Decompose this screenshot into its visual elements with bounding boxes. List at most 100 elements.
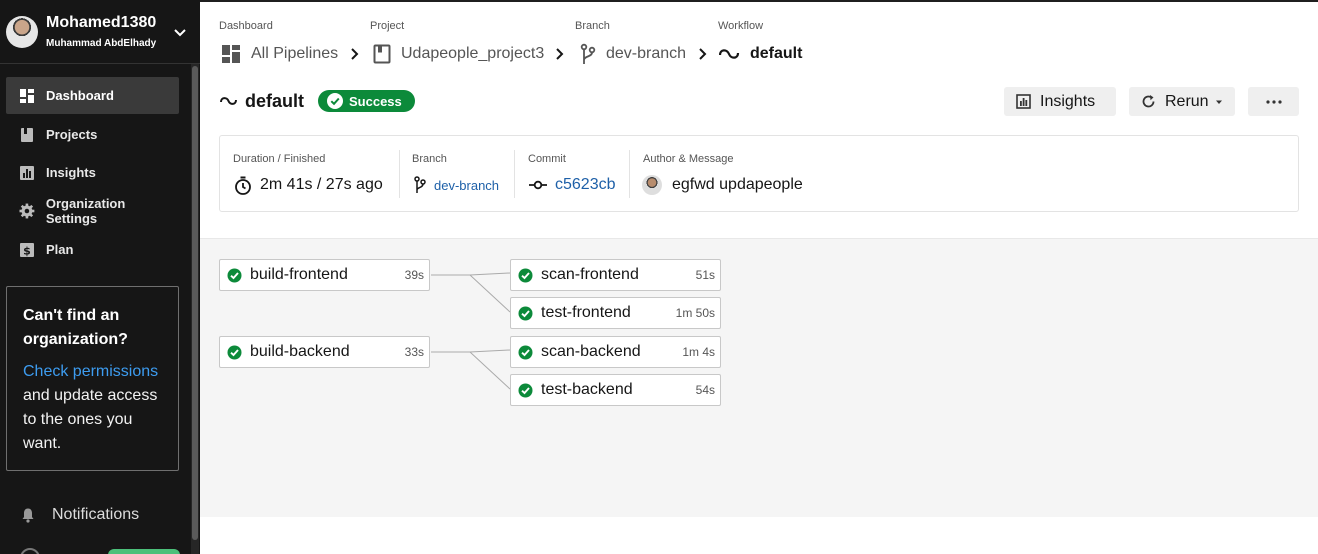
workflow-graph: build-frontend 39s scan-frontend 51s tes…	[200, 238, 1318, 517]
help-icon[interactable]	[20, 548, 40, 554]
workflow-icon	[220, 97, 237, 105]
breadcrumb-value: Udapeople_project3	[401, 45, 545, 62]
insights-icon	[20, 165, 34, 180]
chevron-right-icon	[351, 48, 359, 60]
projects-icon	[21, 127, 33, 142]
breadcrumb-project[interactable]: Udapeople_project3	[373, 42, 544, 66]
sidebar-item-label: Projects	[46, 127, 98, 142]
promo-title: Can't find an organization?	[23, 307, 128, 348]
sidebar-item-insights[interactable]: Insights	[6, 154, 179, 191]
success-check-icon	[227, 345, 242, 359]
divider	[399, 150, 400, 198]
job-scan-frontend[interactable]: scan-frontend 51s	[510, 259, 721, 291]
rerun-button[interactable]: Rerun	[1129, 87, 1235, 116]
job-build-backend[interactable]: build-backend 33s	[219, 336, 430, 368]
workflow-summary-card: Duration / Finished 2m 41s / 27s ago Bra…	[219, 135, 1299, 212]
check-permissions-link[interactable]: Check permissions	[23, 360, 158, 384]
user-menu[interactable]: Mohamed1380 Muhammad AbdElhady	[0, 0, 200, 64]
sidebar: Mohamed1380 Muhammad AbdElhady Dashboard…	[0, 0, 200, 554]
chevron-down-icon[interactable]	[172, 24, 188, 40]
job-duration: 51s	[695, 268, 715, 282]
dashboard-icon	[20, 88, 34, 103]
rerun-icon	[1142, 95, 1155, 108]
status-pill[interactable]	[108, 549, 180, 554]
branch-icon	[580, 43, 596, 64]
branch-icon	[414, 176, 426, 193]
dollar-icon: $	[20, 242, 34, 257]
duration-text: 2m 41s / 27s ago	[260, 176, 383, 193]
sidebar-item-plan[interactable]: $ Plan	[6, 231, 179, 268]
commit-value[interactable]: c5623cb	[529, 174, 616, 196]
success-check-icon	[518, 383, 533, 397]
breadcrumb-all-pipelines[interactable]: All Pipelines	[221, 42, 338, 66]
breadcrumb-value: dev-branch	[606, 45, 687, 62]
breadcrumb-label-workflow: Workflow	[718, 20, 764, 32]
svg-text:$: $	[23, 244, 31, 257]
pipelines-icon	[222, 45, 240, 63]
insights-button-label: Insights	[1040, 92, 1096, 110]
app-window: Mohamed1380 Muhammad AbdElhady Dashboard…	[0, 0, 1318, 554]
caret-down-icon	[1215, 100, 1222, 104]
branch-label: Branch	[412, 153, 447, 165]
job-duration: 33s	[404, 345, 424, 359]
status-badge: Success	[318, 90, 415, 112]
sidebar-item-dashboard[interactable]: Dashboard	[6, 77, 179, 114]
check-circle-icon	[327, 93, 343, 109]
insights-button[interactable]: Insights	[1004, 87, 1116, 116]
sidebar-item-label: Insights	[46, 165, 96, 180]
branch-value[interactable]: dev-branch	[414, 174, 499, 196]
commit-link[interactable]: c5623cb	[555, 176, 616, 194]
success-check-icon	[518, 306, 533, 320]
sidebar-item-label: Plan	[46, 242, 74, 257]
breadcrumb-label-branch: Branch	[575, 20, 610, 32]
project-icon	[373, 44, 391, 64]
divider	[629, 150, 630, 198]
stopwatch-icon	[235, 176, 251, 195]
job-duration: 39s	[404, 268, 424, 282]
job-duration: 54s	[695, 383, 715, 397]
chevron-right-icon	[556, 48, 564, 60]
job-test-frontend[interactable]: test-frontend 1m 50s	[510, 297, 721, 329]
job-name: build-frontend	[250, 266, 348, 283]
breadcrumb-branch[interactable]: dev-branch	[580, 42, 686, 66]
notifications-label: Notifications	[52, 506, 140, 523]
sidebar-item-projects[interactable]: Projects	[6, 116, 179, 153]
author-message: egfwd updapeople	[672, 176, 803, 193]
more-options-button[interactable]	[1248, 87, 1299, 116]
job-name: test-frontend	[541, 304, 631, 321]
author-avatar	[642, 175, 662, 195]
username: Mohamed1380	[46, 14, 157, 31]
job-name: test-backend	[541, 381, 633, 398]
top-border	[200, 0, 1318, 2]
commit-icon	[529, 180, 547, 190]
user-full-name: Muhammad AbdElhady	[46, 38, 157, 49]
gear-icon	[19, 203, 35, 218]
author-value: egfwd updapeople	[642, 174, 803, 196]
job-duration: 1m 4s	[682, 345, 715, 359]
job-build-frontend[interactable]: build-frontend 39s	[219, 259, 430, 291]
status-text: Success	[349, 93, 402, 109]
success-check-icon	[227, 268, 242, 282]
duration-value: 2m 41s / 27s ago	[234, 174, 383, 196]
divider	[514, 150, 515, 198]
commit-label: Commit	[528, 153, 566, 165]
breadcrumb-value: All Pipelines	[251, 45, 339, 62]
workflow-icon	[719, 49, 740, 59]
success-check-icon	[518, 268, 533, 282]
author-label: Author & Message	[643, 153, 734, 165]
success-check-icon	[518, 345, 533, 359]
workflow-name: default	[245, 90, 305, 111]
branch-link[interactable]: dev-branch	[434, 178, 499, 193]
workflow-title: default	[220, 88, 304, 114]
rerun-button-label: Rerun	[1165, 92, 1209, 110]
job-scan-backend[interactable]: scan-backend 1m 4s	[510, 336, 721, 368]
chevron-right-icon	[699, 48, 707, 60]
sidebar-item-organization-settings[interactable]: Organization Settings	[6, 192, 179, 229]
job-name: build-backend	[250, 343, 350, 360]
sidebar-scrollbar-thumb[interactable]	[192, 66, 198, 540]
promo-text: and update access to the ones you want.	[23, 387, 158, 452]
job-test-backend[interactable]: test-backend 54s	[510, 374, 721, 406]
breadcrumb-workflow[interactable]: default	[719, 42, 802, 66]
bell-icon	[22, 508, 34, 523]
notifications-button[interactable]: Notifications	[20, 506, 139, 524]
